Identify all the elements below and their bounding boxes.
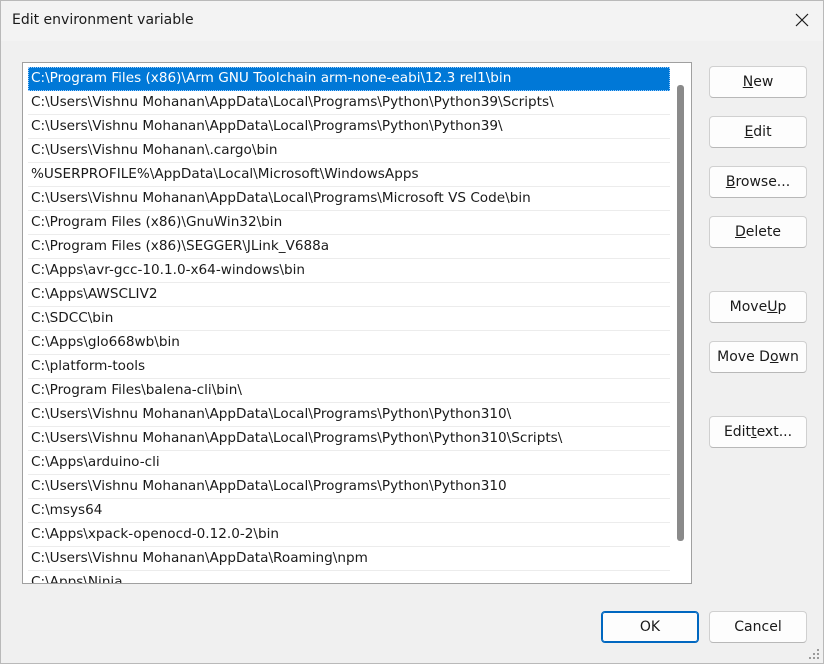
edit-button[interactable]: Edit	[709, 116, 807, 148]
path-list-item[interactable]: C:\Program Files (x86)\Arm GNU Toolchain…	[28, 67, 670, 91]
close-icon	[795, 13, 809, 27]
browse-button[interactable]: Browse...	[709, 166, 807, 198]
path-list-item[interactable]: C:\Program Files\balena-cli\bin\	[28, 379, 670, 403]
path-list-item[interactable]: C:\Program Files (x86)\SEGGER\JLink_V688…	[28, 235, 670, 259]
path-list-item[interactable]: C:\Users\Vishnu Mohanan\AppData\Local\Pr…	[28, 115, 670, 139]
ok-button[interactable]: OK	[601, 611, 699, 643]
path-list-item[interactable]: C:\msys64	[28, 499, 670, 523]
scrollbar-thumb[interactable]	[677, 85, 684, 541]
delete-button[interactable]: Delete	[709, 216, 807, 248]
path-list-item[interactable]: C:\Users\Vishnu Mohanan\AppData\Local\Pr…	[28, 403, 670, 427]
path-list-item[interactable]: C:\Users\Vishnu Mohanan\AppData\Local\Pr…	[28, 187, 670, 211]
edit-env-variable-dialog: Edit environment variable C:\Program Fil…	[0, 0, 824, 664]
move-up-button[interactable]: Move Up	[709, 291, 807, 323]
path-list-item[interactable]: C:\Users\Vishnu Mohanan\AppData\Local\Pr…	[28, 91, 670, 115]
path-list-item[interactable]: C:\Apps\xpack-openocd-0.12.0-2\bin	[28, 523, 670, 547]
resize-grip-icon[interactable]	[807, 647, 821, 661]
path-list-item[interactable]: C:\platform-tools	[28, 355, 670, 379]
path-list-item[interactable]: C:\Apps\glo668wb\bin	[28, 331, 670, 355]
path-list-item[interactable]: C:\Apps\avr-gcc-10.1.0-x64-windows\bin	[28, 259, 670, 283]
path-list[interactable]: C:\Program Files (x86)\Arm GNU Toolchain…	[22, 62, 692, 584]
dialog-title: Edit environment variable	[12, 12, 194, 28]
new-button[interactable]: New	[709, 66, 807, 98]
path-list-item[interactable]: C:\Apps\arduino-cli	[28, 451, 670, 475]
path-list-item[interactable]: C:\Users\Vishnu Mohanan\AppData\Local\Pr…	[28, 427, 670, 451]
title-bar: Edit environment variable	[1, 1, 823, 41]
path-list-item[interactable]: C:\SDCC\bin	[28, 307, 670, 331]
path-list-item[interactable]: C:\Users\Vishnu Mohanan\AppData\Roaming\…	[28, 547, 670, 571]
edit-text-button[interactable]: Edit t ext...	[709, 416, 807, 448]
path-list-item[interactable]: C:\Apps\AWSCLIV2	[28, 283, 670, 307]
close-button[interactable]	[781, 1, 823, 39]
path-list-item[interactable]: %USERPROFILE%\AppData\Local\Microsoft\Wi…	[28, 163, 670, 187]
cancel-button[interactable]: Cancel	[709, 611, 807, 643]
move-down-button[interactable]: Move Do wn	[709, 341, 807, 373]
path-list-item[interactable]: C:\Users\Vishnu Mohanan\AppData\Local\Pr…	[28, 475, 670, 499]
path-list-item[interactable]: C:\Users\Vishnu Mohanan\.cargo\bin	[28, 139, 670, 163]
path-list-item[interactable]: C:\Program Files (x86)\GnuWin32\bin	[28, 211, 670, 235]
path-list-item[interactable]: C:\Apps\Ninja	[28, 571, 670, 583]
